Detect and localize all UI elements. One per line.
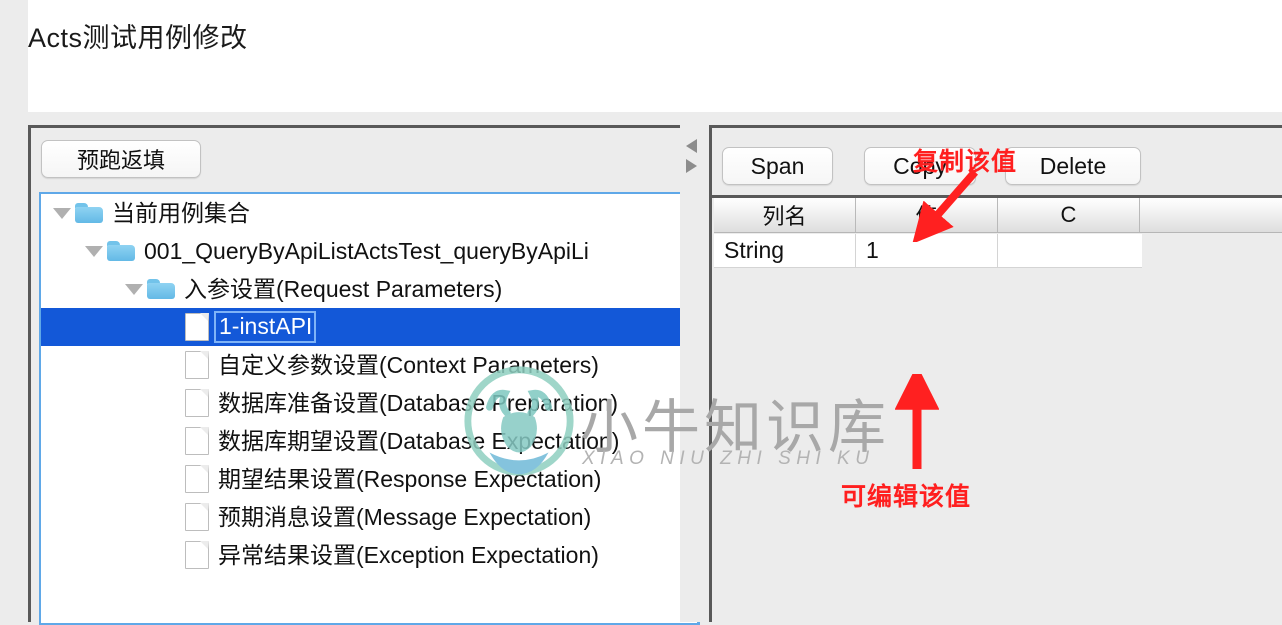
column-header-c[interactable]: C bbox=[998, 198, 1140, 232]
tree-node-label: 1-instAPI bbox=[213, 311, 317, 343]
panel-splitter[interactable] bbox=[680, 125, 709, 622]
title-left-gutter bbox=[0, 0, 28, 112]
tree-node[interactable]: 数据库准备设置(Database Preparation) bbox=[41, 384, 697, 422]
tree-node[interactable]: 自定义参数设置(Context Parameters) bbox=[41, 346, 697, 384]
parameter-table: 列名 值 C String 1 bbox=[712, 195, 1282, 625]
file-icon bbox=[185, 313, 209, 341]
column-header-blank[interactable] bbox=[1140, 198, 1282, 232]
tree-node[interactable]: 001_QueryByApiListActsTest_queryByApiLi bbox=[41, 232, 697, 270]
file-icon bbox=[185, 541, 209, 569]
right-detail-panel: Span Copy Delete 列名 值 C String 1 bbox=[709, 125, 1282, 625]
tree-node-label: 自定义参数设置(Context Parameters) bbox=[218, 351, 599, 378]
file-icon bbox=[185, 389, 209, 417]
chevron-down-icon[interactable] bbox=[81, 245, 107, 257]
tree-node-label: 异常结果设置(Exception Expectation) bbox=[218, 541, 599, 568]
cell-name[interactable]: String bbox=[714, 234, 856, 267]
column-header-name[interactable]: 列名 bbox=[714, 198, 856, 232]
tree-node-label: 当前用例集合 bbox=[112, 199, 250, 226]
tree-node-label: 入参设置(Request Parameters) bbox=[184, 275, 503, 302]
tree-node-label: 数据库期望设置(Database Expectation) bbox=[218, 427, 620, 454]
tree-node[interactable]: 期望结果设置(Response Expectation) bbox=[41, 460, 697, 498]
annotation-edit-arrow-icon bbox=[895, 374, 939, 469]
tree-node-label: 期望结果设置(Response Expectation) bbox=[218, 465, 602, 492]
file-icon bbox=[185, 465, 209, 493]
delete-button[interactable]: Delete bbox=[1005, 147, 1141, 185]
file-icon bbox=[185, 503, 209, 531]
tree-node[interactable]: 入参设置(Request Parameters) bbox=[41, 270, 697, 308]
tree-node[interactable]: 1-instAPI bbox=[41, 308, 697, 346]
folder-icon bbox=[107, 240, 137, 262]
tree-node-label: 001_QueryByApiListActsTest_queryByApiLi bbox=[144, 237, 589, 264]
tree-node[interactable]: 预期消息设置(Message Expectation) bbox=[41, 498, 697, 536]
triangle-right-icon[interactable] bbox=[686, 159, 697, 173]
tree-node[interactable]: 数据库期望设置(Database Expectation) bbox=[41, 422, 697, 460]
tree-node[interactable]: 异常结果设置(Exception Expectation) bbox=[41, 536, 697, 574]
case-tree[interactable]: 当前用例集合 001_QueryByApiListActsTest_queryBy… bbox=[39, 192, 700, 625]
tree-node[interactable]: 当前用例集合 bbox=[41, 194, 697, 232]
left-tree-panel: 预跑返填 当前用例集合 001_QueryByApiListActsTest_qu… bbox=[28, 125, 704, 625]
tree-node-label: 预期消息设置(Message Expectation) bbox=[218, 503, 592, 530]
triangle-left-icon[interactable] bbox=[686, 139, 697, 153]
chevron-down-icon[interactable] bbox=[49, 207, 75, 219]
title-bar: Acts测试用例修改 bbox=[28, 0, 1282, 112]
file-icon bbox=[185, 351, 209, 379]
file-icon bbox=[185, 427, 209, 455]
page-title: Acts测试用例修改 bbox=[28, 23, 248, 53]
folder-icon bbox=[147, 278, 177, 300]
folder-icon bbox=[75, 202, 105, 224]
prefill-button[interactable]: 预跑返填 bbox=[41, 140, 201, 178]
content-area: 预跑返填 当前用例集合 001_QueryByApiListActsTest_qu… bbox=[0, 112, 1282, 625]
annotation-copy-arrow-icon bbox=[912, 169, 979, 242]
chevron-down-icon[interactable] bbox=[121, 283, 147, 295]
cell-c[interactable] bbox=[998, 234, 1140, 267]
annotation-edit-label: 可编辑该值 bbox=[841, 483, 972, 511]
span-button[interactable]: Span bbox=[722, 147, 833, 185]
tree-node-label: 数据库准备设置(Database Preparation) bbox=[218, 389, 619, 416]
table-header-row: 列名 值 C bbox=[714, 198, 1282, 233]
